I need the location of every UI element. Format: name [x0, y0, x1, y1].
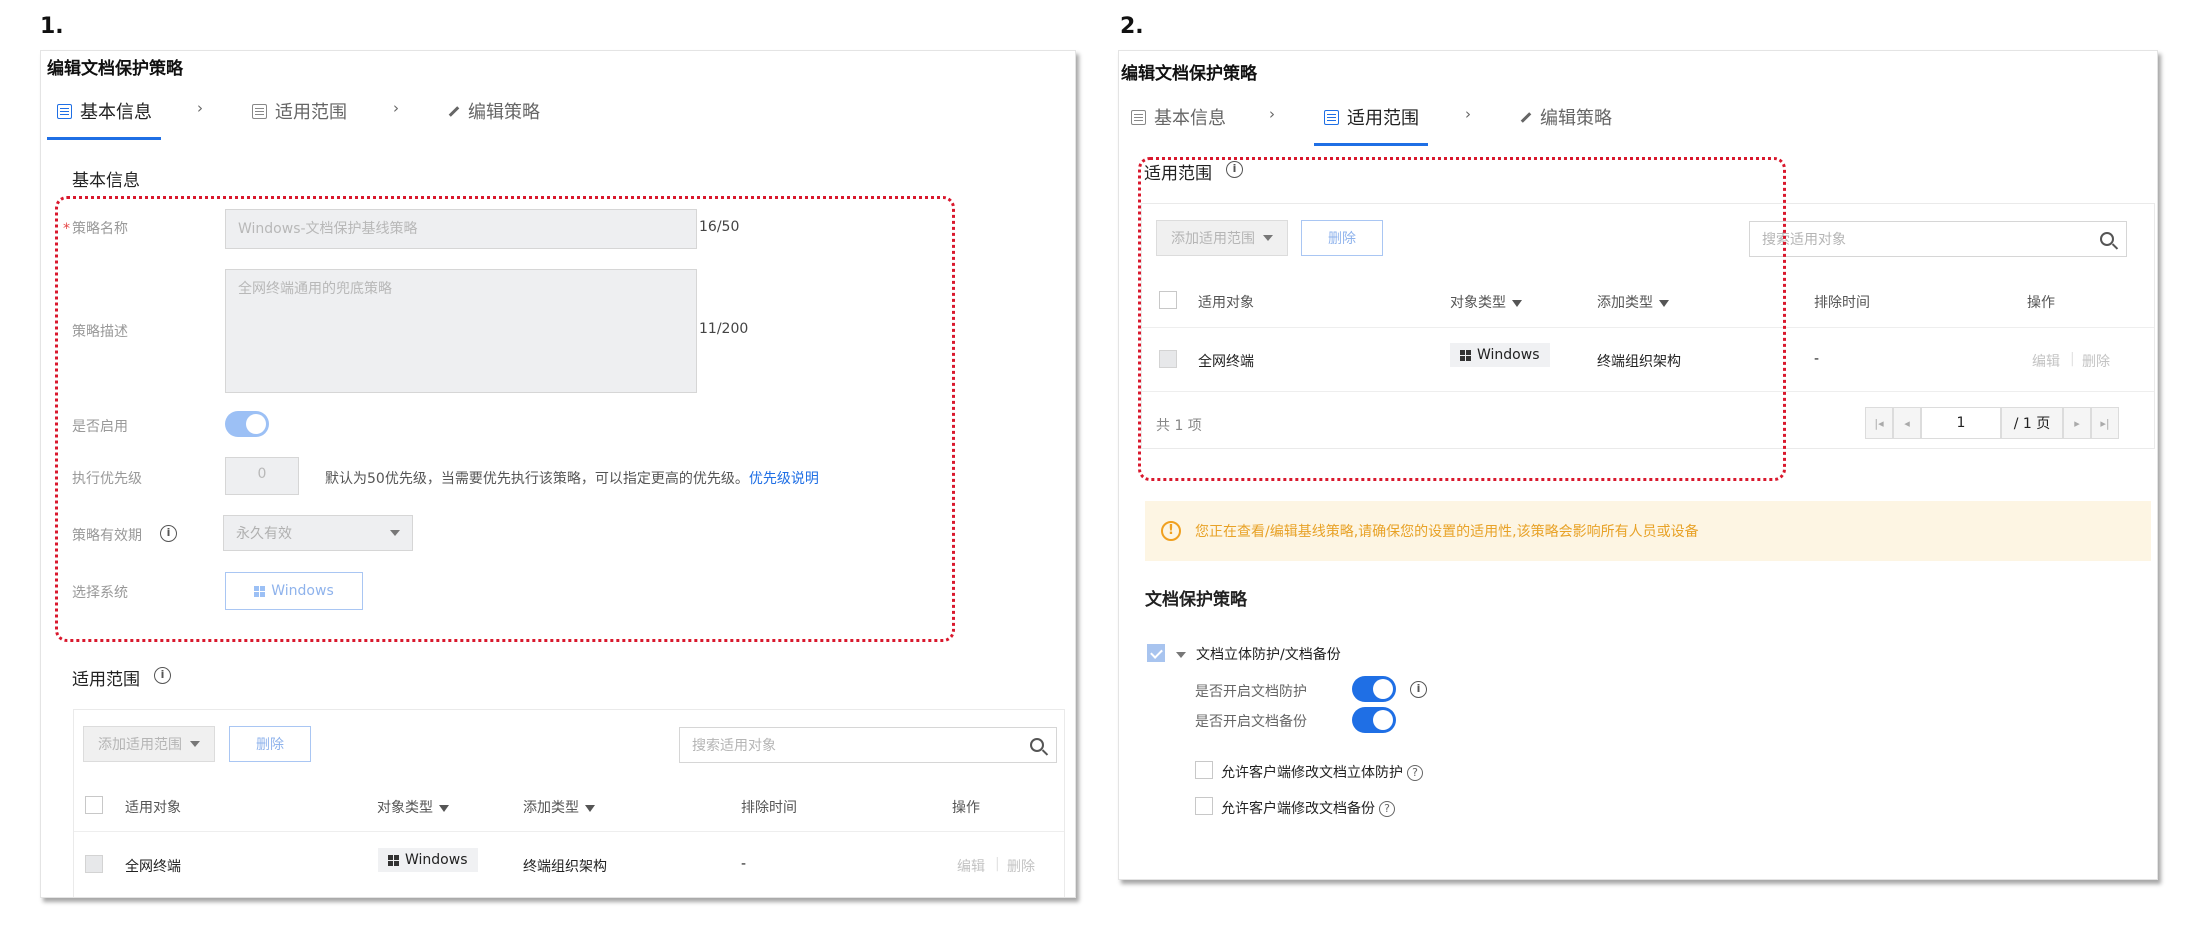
- page-title: 编辑文档保护策略: [1121, 64, 1257, 84]
- tab-label: 适用范围: [275, 102, 347, 123]
- help-icon[interactable]: ?: [1407, 765, 1423, 781]
- prev-page-icon[interactable]: ◂: [1893, 407, 1921, 439]
- step-number-2: 2.: [1120, 14, 1144, 39]
- allow-protect-checkbox[interactable]: [1195, 761, 1213, 779]
- column-header-actions: 操作: [952, 800, 980, 816]
- search-icon[interactable]: [2100, 232, 2114, 246]
- windows-icon: [388, 854, 399, 866]
- tab-edit-policy[interactable]: 编辑策略: [1520, 104, 1612, 130]
- scope-icon: [1324, 109, 1339, 125]
- row-checkbox[interactable]: [85, 855, 103, 873]
- first-page-icon[interactable]: |◂: [1865, 407, 1893, 439]
- chevron-right-icon: ›: [197, 99, 203, 117]
- pencil-icon: [1520, 111, 1532, 123]
- row-add-type: 终端组织架构: [523, 859, 607, 875]
- last-page-icon[interactable]: ▸|: [2091, 407, 2119, 439]
- row-divider: [74, 831, 1064, 832]
- row-delete-link[interactable]: 删除: [1007, 856, 1035, 876]
- column-header-actions: 操作: [2027, 295, 2055, 311]
- search-input[interactable]: 搜索适用对象: [1749, 221, 2127, 257]
- chevron-down-icon[interactable]: [1176, 652, 1186, 658]
- help-icon[interactable]: ?: [1379, 801, 1395, 817]
- scope-icon: [252, 103, 267, 119]
- row-target: 全网终端: [125, 859, 181, 875]
- group-label: 文档立体防护/文档备份: [1196, 647, 1341, 663]
- backup-toggle[interactable]: [1352, 707, 1396, 733]
- allow-backup-checkbox[interactable]: [1195, 797, 1213, 815]
- action-separator: |: [2070, 351, 2075, 367]
- tab-label: 基本信息: [80, 102, 152, 123]
- row-edit-link[interactable]: 编辑: [2032, 351, 2060, 371]
- document-icon: [57, 103, 72, 119]
- tab-label: 编辑策略: [468, 102, 540, 123]
- column-header-add-type[interactable]: 添加类型: [523, 797, 595, 817]
- tab-scope[interactable]: 适用范围: [1324, 104, 1419, 130]
- tab-label: 编辑策略: [1540, 108, 1612, 129]
- column-header-type[interactable]: 对象类型: [377, 797, 449, 817]
- chevron-right-icon: ›: [393, 99, 399, 117]
- page-number-input[interactable]: 1: [1921, 407, 2001, 439]
- step-number-1: 1.: [40, 14, 64, 39]
- tab-basic-info[interactable]: 基本信息: [57, 98, 152, 124]
- add-scope-button[interactable]: 添加适用范围: [83, 726, 215, 762]
- tab-scope[interactable]: 适用范围: [252, 98, 347, 124]
- section-title-basic-info: 基本信息: [72, 171, 140, 191]
- active-tab-indicator: [1314, 143, 1428, 146]
- warning-icon: !: [1161, 521, 1181, 541]
- panel-basic-info: 编辑文档保护策略 基本信息 › 适用范围 › 编辑策略 基本信息 * 策略名称 W…: [40, 50, 1076, 898]
- delete-button[interactable]: 删除: [229, 726, 311, 762]
- select-all-checkbox[interactable]: [85, 796, 103, 814]
- row-edit-link[interactable]: 编辑: [957, 856, 985, 876]
- chevron-down-icon: [190, 741, 200, 747]
- next-page-icon[interactable]: ▸: [2063, 407, 2091, 439]
- document-icon: [1131, 109, 1146, 125]
- row-delete-link[interactable]: 删除: [2082, 351, 2110, 371]
- protect-label: 是否开启文档防护: [1195, 684, 1307, 700]
- tab-edit-policy[interactable]: 编辑策略: [448, 98, 540, 124]
- column-header-exclude-time: 排除时间: [741, 800, 797, 816]
- column-header-target: 适用对象: [125, 800, 181, 816]
- section-title-policy: 文档保护策略: [1145, 590, 1247, 610]
- pencil-icon: [448, 105, 460, 117]
- tab-label: 基本信息: [1154, 108, 1226, 129]
- info-icon[interactable]: i: [1410, 681, 1427, 698]
- panel-scope: 编辑文档保护策略 基本信息 › 适用范围 › 编辑策略 适用范围 i 添加适用范…: [1118, 50, 2158, 880]
- info-icon[interactable]: i: [154, 667, 171, 684]
- protect-toggle[interactable]: [1352, 676, 1396, 702]
- highlight-box: [1138, 157, 1786, 481]
- allow-protect-label: 允许客户端修改文档立体防护?: [1221, 762, 1423, 782]
- active-tab-indicator: [47, 137, 161, 140]
- backup-label: 是否开启文档备份: [1195, 714, 1307, 730]
- object-type-tag: Windows: [378, 848, 478, 872]
- allow-backup-label: 允许客户端修改文档备份?: [1221, 798, 1395, 818]
- column-header-exclude-time: 排除时间: [1814, 295, 1870, 311]
- search-input[interactable]: 搜索适用对象: [679, 727, 1057, 763]
- chevron-right-icon: ›: [1465, 105, 1471, 123]
- filter-icon: [585, 804, 595, 812]
- tab-label: 适用范围: [1347, 108, 1419, 129]
- row-exclude-time: -: [741, 856, 747, 872]
- action-separator: |: [995, 856, 1000, 872]
- page-total: / 1 页: [2001, 407, 2063, 439]
- highlight-box: [55, 196, 955, 642]
- search-icon[interactable]: [1030, 738, 1044, 752]
- row-exclude-time: -: [1814, 351, 1820, 367]
- section-title-scope: 适用范围: [72, 670, 140, 690]
- filter-icon: [439, 804, 449, 812]
- tab-basic-info[interactable]: 基本信息: [1131, 104, 1226, 130]
- page-title: 编辑文档保护策略: [47, 59, 183, 79]
- group-checkbox[interactable]: [1147, 644, 1165, 662]
- chevron-right-icon: ›: [1269, 105, 1275, 123]
- warning-banner: ! 您正在查看/编辑基线策略,请确保您的设置的适用性,该策略会影响所有人员或设备: [1145, 501, 2151, 561]
